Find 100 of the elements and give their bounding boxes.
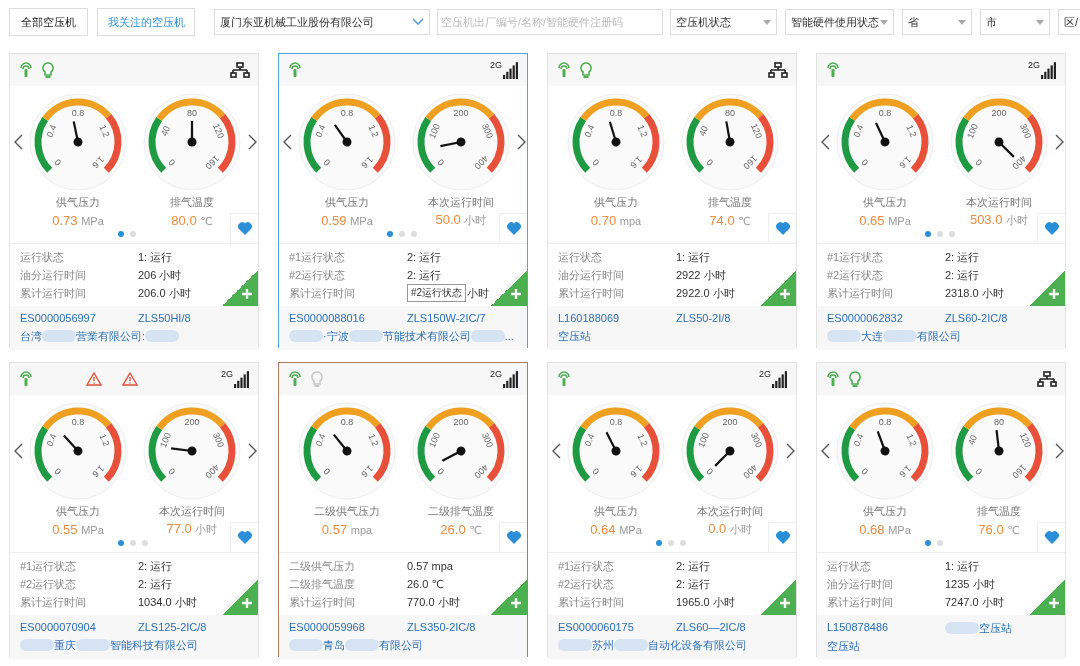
info-value: 206.0 小时: [138, 285, 191, 301]
company-link[interactable]: ...: [504, 330, 514, 343]
favorite-button[interactable]: [768, 522, 796, 552]
device-code-link[interactable]: ES0000056997: [20, 312, 138, 325]
gauge-needle: [187, 121, 197, 147]
gauge-tick-label: 400: [472, 153, 491, 172]
info-value: 1: 运行: [945, 558, 980, 574]
gauge-tick-label: 400: [203, 462, 222, 481]
favorite-button[interactable]: [768, 213, 796, 243]
info-label: 累计运行时间: [558, 285, 625, 301]
gauge-tick-label: 0: [435, 465, 447, 477]
company-link[interactable]: 有限公司: [379, 637, 423, 653]
device-code-link[interactable]: L160188069: [558, 312, 676, 325]
page-dot[interactable]: [949, 231, 955, 237]
page-dot[interactable]: [118, 231, 124, 237]
company-link[interactable]: 空压站: [558, 328, 591, 344]
caret-down-icon: [958, 19, 966, 25]
favorite-button[interactable]: [499, 213, 527, 243]
page-dot[interactable]: [130, 231, 136, 237]
network-type-label: 2G: [1028, 61, 1040, 70]
favorite-button[interactable]: [499, 522, 527, 552]
company-link[interactable]: ZLS50HI/8: [138, 312, 191, 325]
gauge-label: 供气压力: [862, 504, 908, 519]
gauge-tick-label: 1.6: [628, 154, 645, 171]
favorite-button[interactable]: [230, 213, 258, 243]
company-link[interactable]: 青岛: [323, 637, 345, 653]
gauge-tick-label: 1.2: [904, 432, 919, 448]
plus-icon: [779, 597, 791, 609]
company-link[interactable]: 营業有限公司:: [76, 328, 146, 344]
gauge-label: 排气温度: [976, 504, 1022, 519]
favorite-button[interactable]: [1037, 522, 1065, 552]
company-link[interactable]: 智能科技有限公司: [110, 637, 198, 653]
company-link[interactable]: 自动化设备有限公司: [648, 637, 747, 653]
page-dot[interactable]: [925, 540, 931, 546]
gauge-reading: 0.57 mpa: [320, 521, 374, 537]
company-link[interactable]: 台湾: [20, 328, 42, 344]
company-link[interactable]: 重庆: [54, 637, 76, 653]
page-dot[interactable]: [680, 540, 686, 546]
gauge-needle: [441, 446, 466, 462]
company-link[interactable]: ZLS60—2IC/8: [676, 621, 746, 634]
filter-tab[interactable]: 我关注的空压机: [97, 8, 195, 36]
page-dot[interactable]: [937, 231, 943, 237]
gauge-tick-label: 200: [184, 417, 200, 428]
company-link[interactable]: 有限公司: [917, 328, 961, 344]
company-link[interactable]: 节能技术有限公司: [382, 328, 471, 344]
antenna-icon: [556, 62, 572, 78]
device-code-link[interactable]: L150878486: [827, 620, 945, 636]
device-code-link[interactable]: ES0000059968: [289, 621, 407, 634]
redaction-mask: [20, 639, 54, 652]
gauge-tick-label: 0: [321, 156, 333, 168]
page-dot[interactable]: [142, 540, 148, 546]
company-link[interactable]: ·宁波: [323, 328, 349, 344]
info-value: 2922.0 小时: [676, 285, 735, 301]
favorite-button[interactable]: [230, 522, 258, 552]
gauge-tick-label: 120: [210, 122, 226, 140]
filter-select[interactable]: 省: [902, 9, 972, 35]
company-link[interactable]: ZLS150W-2IC/7: [407, 312, 486, 325]
filter-select[interactable]: 空压机状态: [670, 9, 777, 35]
company-link[interactable]: 大连: [861, 328, 883, 344]
page-dot[interactable]: [925, 231, 931, 237]
company-link[interactable]: ZLS350-2IC/8: [407, 621, 476, 634]
page-dot[interactable]: [118, 540, 124, 546]
company-link[interactable]: ZLS50-2I/8: [676, 312, 731, 325]
gauge-tick-label: 0.4: [44, 123, 59, 139]
filter-select[interactable]: 智能硬件使用状态: [785, 9, 894, 35]
info-value: 1: 运行: [138, 249, 173, 265]
company-link[interactable]: 空压站: [979, 620, 1012, 636]
page-dot[interactable]: [937, 540, 943, 546]
device-code-link[interactable]: ES0000062832: [827, 312, 945, 325]
favorite-button[interactable]: [1037, 213, 1065, 243]
device-code-link[interactable]: ES0000070904: [20, 621, 138, 634]
device-code-link[interactable]: ES0000060175: [558, 621, 676, 634]
page-dot[interactable]: [130, 540, 136, 546]
filter-select[interactable]: 市: [980, 9, 1050, 35]
network-type-label: 2G: [490, 61, 502, 70]
redaction-mask: [827, 330, 861, 343]
info-value: 小时: [467, 285, 490, 301]
page-dot[interactable]: [656, 540, 662, 546]
plus-icon: [241, 597, 253, 609]
page-dot[interactable]: [411, 231, 417, 237]
company-link[interactable]: 苏州: [592, 637, 614, 653]
redaction-mask: [883, 330, 917, 343]
filter-tab[interactable]: 全部空压机: [9, 8, 88, 36]
filter-select[interactable]: 区/: [1058, 9, 1080, 35]
page-dot[interactable]: [387, 231, 393, 237]
company-link[interactable]: ZLS125-2IC/8: [138, 621, 207, 634]
gauge-label: 二级供气压力: [313, 504, 381, 519]
company-link[interactable]: 空压站: [827, 638, 860, 654]
network-type-label: 2G: [221, 370, 233, 379]
gauge-tick-label: 100: [965, 122, 981, 140]
device-code-link[interactable]: ES0000088016: [289, 312, 407, 325]
page-dot[interactable]: [399, 231, 405, 237]
gauge-tick-label: 0.4: [313, 432, 328, 448]
gauge-label: 二级排气温度: [427, 504, 495, 519]
company-link[interactable]: ZLS60-2IC/8: [945, 312, 1008, 325]
company-select[interactable]: 厦门东亚机械工业股份有限公司: [214, 9, 430, 35]
gauge-tick-label: 300: [1017, 122, 1033, 140]
page-dot[interactable]: [668, 540, 674, 546]
search-field[interactable]: 空压机出厂编号/名称/智能硬件注册码: [437, 9, 663, 35]
info-value: 26.0 ℃: [407, 577, 444, 591]
